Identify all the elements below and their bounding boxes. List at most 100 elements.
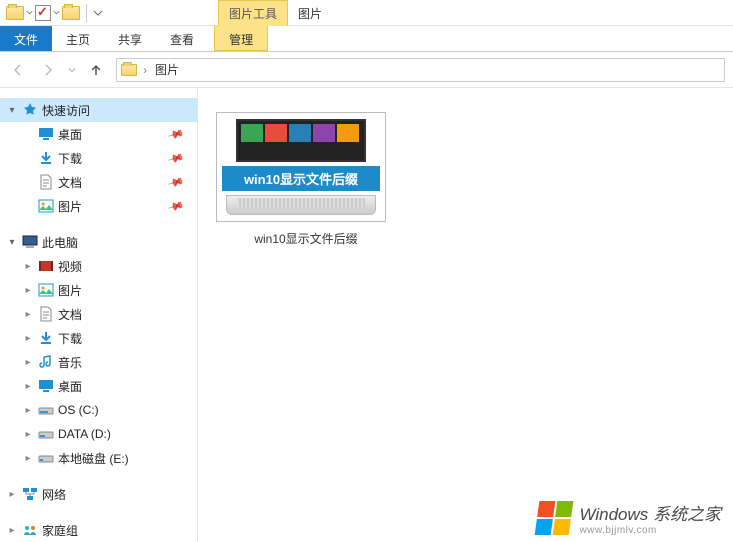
address-bar[interactable]: › 图片 [116, 58, 725, 82]
document-icon [38, 306, 54, 322]
tree-item-drive-c[interactable]: OS (C:) [0, 398, 197, 422]
contextual-tab-header: 图片工具 [218, 0, 288, 26]
pin-icon: 📌 [167, 149, 185, 167]
watermark: Windows 系统之家 www.bjjmlv.com [537, 500, 721, 536]
expander-icon[interactable] [22, 332, 34, 344]
history-dropdown-icon[interactable] [68, 66, 76, 74]
tree-item-documents[interactable]: 文档 📌 [0, 170, 197, 194]
windows-logo-icon [535, 501, 574, 535]
navigation-pane: 快速访问 桌面 📌 下载 📌 文档 📌 图片 📌 [0, 88, 198, 542]
expander-icon[interactable] [6, 104, 18, 116]
tab-view[interactable]: 查看 [156, 26, 208, 51]
tree-label: 音乐 [58, 354, 82, 371]
tree-label: 下载 [58, 150, 82, 167]
arrow-left-icon [10, 62, 26, 78]
tree-homegroup[interactable]: 家庭组 [0, 518, 197, 542]
qat-properties[interactable] [35, 5, 60, 21]
expander-icon[interactable] [22, 452, 34, 464]
file-thumbnail: win10显示文件后缀 [216, 112, 386, 222]
tab-manage[interactable]: 管理 [214, 26, 268, 51]
file-item[interactable]: win10显示文件后缀 win10显示文件后缀 [216, 112, 396, 247]
tree-label: 文档 [58, 174, 82, 191]
tree-item-downloads-pc[interactable]: 下载 [0, 326, 197, 350]
tree-label: 桌面 [58, 126, 82, 143]
network-icon [22, 486, 38, 502]
folder-icon [6, 6, 24, 20]
main-area: 快速访问 桌面 📌 下载 📌 文档 📌 图片 📌 [0, 88, 733, 542]
tree-item-music[interactable]: 音乐 [0, 350, 197, 374]
expander-icon[interactable] [22, 284, 34, 296]
ribbon-tabs: 文件 主页 共享 查看 管理 [0, 26, 733, 52]
tree-label: 快速访问 [42, 102, 90, 119]
tree-item-desktop-pc[interactable]: 桌面 [0, 374, 197, 398]
tree-label: DATA (D:) [58, 427, 111, 441]
music-icon [38, 354, 54, 370]
title-bar: 图片工具 图片 [0, 0, 733, 26]
document-icon [38, 174, 54, 190]
pc-icon [22, 234, 38, 250]
up-button[interactable] [86, 60, 106, 80]
tree-item-pictures[interactable]: 图片 📌 [0, 194, 197, 218]
expander-icon[interactable] [22, 380, 34, 392]
drive-icon [38, 402, 54, 418]
tree-item-pictures-pc[interactable]: 图片 [0, 278, 197, 302]
tree-label: 桌面 [58, 378, 82, 395]
arrow-up-icon [88, 62, 104, 78]
tab-home[interactable]: 主页 [52, 26, 104, 51]
file-label: win10显示文件后缀 [216, 230, 396, 247]
back-button[interactable] [8, 60, 28, 80]
folder-icon [121, 64, 137, 76]
drive-icon [38, 426, 54, 442]
expander-icon[interactable] [6, 236, 18, 248]
tree-item-drive-d[interactable]: DATA (D:) [0, 422, 197, 446]
tree-this-pc[interactable]: 此电脑 [0, 230, 197, 254]
qat-new-folder[interactable] [62, 6, 80, 20]
forward-button[interactable] [38, 60, 58, 80]
expander-icon[interactable] [22, 356, 34, 368]
expander-icon[interactable] [22, 308, 34, 320]
qat-customize-icon[interactable] [93, 8, 103, 18]
watermark-url: www.bjjmlv.com [579, 525, 721, 536]
tree-item-videos[interactable]: 视频 [0, 254, 197, 278]
arrow-right-icon [40, 62, 56, 78]
tree-label: 文档 [58, 306, 82, 323]
chevron-right-icon: › [143, 63, 147, 77]
navigation-bar: › 图片 [0, 52, 733, 88]
tree-label: 此电脑 [42, 234, 78, 251]
picture-icon [38, 198, 54, 214]
download-icon [38, 150, 54, 166]
tab-file[interactable]: 文件 [0, 26, 52, 51]
homegroup-icon [22, 522, 38, 538]
checkbox-icon [35, 5, 51, 21]
pin-icon: 📌 [167, 173, 185, 191]
chevron-down-icon [53, 9, 60, 16]
star-icon [22, 102, 38, 118]
expander-icon[interactable] [6, 488, 18, 500]
picture-icon [38, 282, 54, 298]
laptop-base-graphic [226, 195, 376, 215]
tree-quick-access[interactable]: 快速访问 [0, 98, 197, 122]
desktop-icon [38, 126, 54, 142]
download-icon [38, 330, 54, 346]
laptop-screen-graphic [236, 119, 366, 162]
content-pane[interactable]: win10显示文件后缀 win10显示文件后缀 [198, 88, 733, 542]
tree-item-desktop[interactable]: 桌面 📌 [0, 122, 197, 146]
tab-share[interactable]: 共享 [104, 26, 156, 51]
folder-icon [62, 6, 80, 20]
tree-item-documents-pc[interactable]: 文档 [0, 302, 197, 326]
tree-item-drive-e[interactable]: 本地磁盘 (E:) [0, 446, 197, 470]
breadcrumb-item[interactable]: 图片 [153, 61, 181, 78]
drive-icon [38, 450, 54, 466]
expander-icon[interactable] [22, 404, 34, 416]
expander-icon[interactable] [22, 428, 34, 440]
tree-label: 下载 [58, 330, 82, 347]
expander-icon[interactable] [6, 524, 18, 536]
expander-icon[interactable] [22, 260, 34, 272]
tree-label: 网络 [42, 486, 66, 503]
separator [86, 4, 87, 22]
tree-network[interactable]: 网络 [0, 482, 197, 506]
tree-item-downloads[interactable]: 下载 📌 [0, 146, 197, 170]
qat-folder[interactable] [6, 6, 33, 20]
thumbnail-banner: win10显示文件后缀 [222, 166, 380, 191]
tree-label: 家庭组 [42, 522, 78, 539]
